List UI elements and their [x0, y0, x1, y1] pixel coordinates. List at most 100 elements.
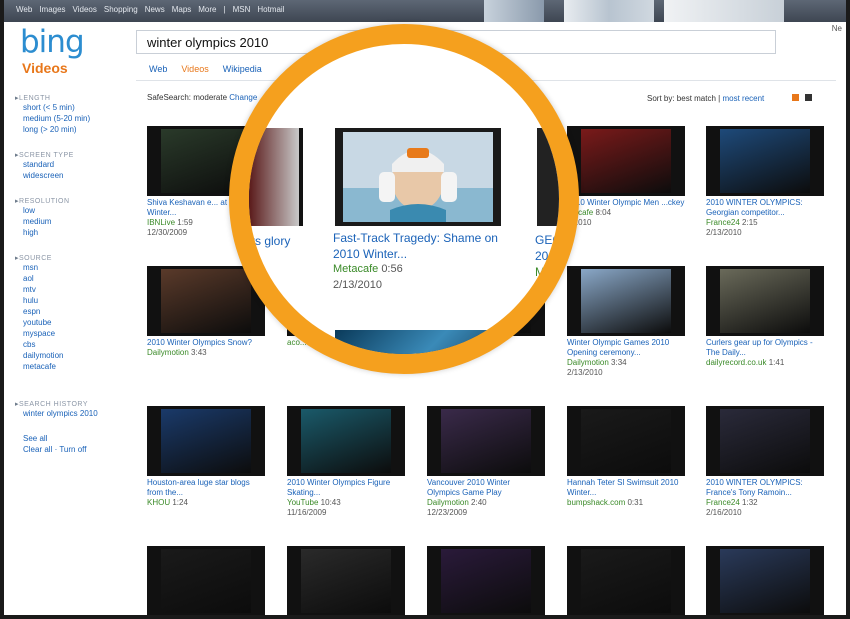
- magnified-bottom-thumbnail[interactable]: [335, 330, 501, 354]
- video-result-card[interactable]: Winter Olympic Games 2010 Opening ceremo…: [567, 266, 685, 378]
- search-history-item[interactable]: winter olympics 2010: [15, 408, 125, 419]
- video-result-card[interactable]: [427, 546, 545, 615]
- video-source[interactable]: IBNLive: [147, 218, 175, 227]
- magnified-bottom-left-fragment: acco: [289, 330, 309, 340]
- video-result-card[interactable]: 2010 Winter Olympic Men ...ckey ...acafe …: [567, 126, 685, 228]
- video-thumbnail[interactable]: [427, 546, 545, 615]
- turn-off-link[interactable]: Turn off: [59, 445, 86, 454]
- video-title[interactable]: Curlers gear up for Olympics - The Daily…: [706, 338, 824, 358]
- video-thumbnail[interactable]: [287, 546, 405, 615]
- magnified-source-name[interactable]: Metacafe: [333, 263, 378, 275]
- video-thumbnail[interactable]: [706, 126, 824, 196]
- history-controls: Clear all · Turn off: [23, 445, 87, 454]
- filter-source-dailymotion[interactable]: dailymotion: [15, 350, 125, 361]
- filter-source-aol[interactable]: aol: [15, 273, 125, 284]
- filter-standard[interactable]: standard: [15, 159, 125, 170]
- video-thumbnail[interactable]: [706, 266, 824, 336]
- filter-source-youtube[interactable]: youtube: [15, 317, 125, 328]
- video-title[interactable]: Houston-area luge star blogs from the...: [147, 478, 265, 498]
- video-thumbnail[interactable]: [567, 126, 685, 196]
- video-result-card[interactable]: [567, 546, 685, 615]
- sort-label[interactable]: Sort by: best match: [647, 94, 716, 103]
- top-link-shopping[interactable]: Shopping: [104, 5, 138, 14]
- top-link-web[interactable]: Web: [16, 5, 32, 14]
- video-result-card[interactable]: [147, 546, 265, 615]
- video-title[interactable]: 2010 WINTER OLYMPICS: France's Tony Ramo…: [706, 478, 824, 498]
- tab-videos[interactable]: Videos: [181, 64, 208, 74]
- video-result-card[interactable]: Hannah Teter Sl Swimsuit 2010 Winter... b…: [567, 406, 685, 508]
- video-result-card[interactable]: 2010 Winter Olympics Snow? Dailymotion 3:…: [147, 266, 265, 358]
- video-title[interactable]: 2010 Winter Olympics Snow?: [147, 338, 265, 348]
- top-link-maps[interactable]: Maps: [172, 5, 192, 14]
- video-thumbnail[interactable]: [287, 406, 405, 476]
- filter-medium[interactable]: medium (5-20 min): [15, 113, 125, 124]
- bing-logo[interactable]: bing: [20, 24, 85, 60]
- filter-long[interactable]: long (> 20 min): [15, 124, 125, 135]
- video-source[interactable]: bumpshack.com: [567, 498, 625, 507]
- top-link-images[interactable]: Images: [39, 5, 65, 14]
- sort-most-recent-link[interactable]: most recent: [722, 94, 764, 103]
- clear-all-link[interactable]: Clear all: [23, 445, 52, 454]
- video-thumbnail[interactable]: [427, 406, 545, 476]
- top-link-more[interactable]: More: [198, 5, 216, 14]
- video-source[interactable]: France24: [706, 498, 740, 507]
- magnified-video-title[interactable]: Fast-Track Tragedy: Shame on 2010 Winter…: [333, 230, 503, 262]
- video-title[interactable]: 2010 Winter Olympics Figure Skating...: [287, 478, 405, 498]
- video-result-card[interactable]: 2010 WINTER OLYMPICS: France's Tony Ramo…: [706, 406, 824, 518]
- magnified-left-title[interactable]: rs glory: [251, 234, 290, 248]
- filter-high[interactable]: high: [15, 227, 125, 238]
- video-result-card[interactable]: 2010 WINTER OLYMPICS: Georgian competito…: [706, 126, 824, 238]
- filter-source-metacafe[interactable]: metacafe: [15, 361, 125, 372]
- video-source[interactable]: Dailymotion: [147, 348, 189, 357]
- filter-source-msn[interactable]: msn: [15, 262, 125, 273]
- filter-source-cbs[interactable]: cbs: [15, 339, 125, 350]
- see-all-link[interactable]: See all: [15, 433, 125, 444]
- video-result-card[interactable]: Vancouver 2010 Winter Olympics Game Play…: [427, 406, 545, 518]
- top-link-videos[interactable]: Videos: [73, 5, 97, 14]
- top-link-msn[interactable]: MSN: [233, 5, 251, 14]
- magnified-right-title[interactable]: GEO 201 M: [535, 232, 559, 280]
- video-thumbnail[interactable]: [706, 406, 824, 476]
- video-thumbnail[interactable]: [567, 266, 685, 336]
- video-source[interactable]: YouTube: [287, 498, 318, 507]
- video-thumbnail[interactable]: [567, 546, 685, 615]
- video-source[interactable]: Dailymotion: [567, 358, 609, 367]
- video-thumbnail[interactable]: [147, 406, 265, 476]
- grid-view-icon[interactable]: [792, 94, 799, 101]
- video-result-card[interactable]: Curlers gear up for Olympics - The Daily…: [706, 266, 824, 368]
- filter-low[interactable]: low: [15, 205, 125, 216]
- filter-widescreen[interactable]: widescreen: [15, 170, 125, 181]
- top-link-news[interactable]: News: [145, 5, 165, 14]
- video-source[interactable]: dailyrecord.co.uk: [706, 358, 766, 367]
- video-title[interactable]: Vancouver 2010 Winter Olympics Game Play: [427, 478, 545, 498]
- tab-web[interactable]: Web: [149, 64, 167, 74]
- list-view-icon[interactable]: [805, 94, 812, 101]
- video-thumbnail[interactable]: [706, 546, 824, 615]
- video-result-card[interactable]: Houston-area luge star blogs from the...…: [147, 406, 265, 508]
- magnified-left-thumbnail[interactable]: [249, 128, 303, 226]
- video-title[interactable]: Hannah Teter Sl Swimsuit 2010 Winter...: [567, 478, 685, 498]
- thumbnail-image: [720, 269, 810, 333]
- filter-source-hulu[interactable]: hulu: [15, 295, 125, 306]
- browser-frame: Web Images Videos Shopping News Maps Mor…: [0, 0, 850, 619]
- video-date: 11/16/2009: [287, 508, 327, 517]
- video-result-card[interactable]: 2010 Winter Olympics Figure Skating... Yo…: [287, 406, 405, 518]
- filter-medium-res[interactable]: medium: [15, 216, 125, 227]
- video-source[interactable]: KHOU: [147, 498, 170, 507]
- video-thumbnail[interactable]: [147, 546, 265, 615]
- video-title[interactable]: 2010 WINTER OLYMPICS: Georgian competito…: [706, 198, 824, 218]
- video-thumbnail[interactable]: [567, 406, 685, 476]
- video-source[interactable]: Dailymotion: [427, 498, 469, 507]
- filter-source-myspace[interactable]: myspace: [15, 328, 125, 339]
- filter-source-mtv[interactable]: mtv: [15, 284, 125, 295]
- magnified-thumbnail[interactable]: [335, 128, 501, 226]
- video-title[interactable]: Winter Olympic Games 2010 Opening ceremo…: [567, 338, 685, 358]
- filter-short[interactable]: short (< 5 min): [15, 102, 125, 113]
- video-result-card[interactable]: [287, 546, 405, 615]
- video-result-card[interactable]: [706, 546, 824, 615]
- filter-source-espn[interactable]: espn: [15, 306, 125, 317]
- top-link-hotmail[interactable]: Hotmail: [257, 5, 284, 14]
- top-right-text[interactable]: Ne: [832, 24, 842, 33]
- video-title[interactable]: 2010 Winter Olympic Men ...ckey: [567, 198, 685, 208]
- video-source[interactable]: France24: [706, 218, 740, 227]
